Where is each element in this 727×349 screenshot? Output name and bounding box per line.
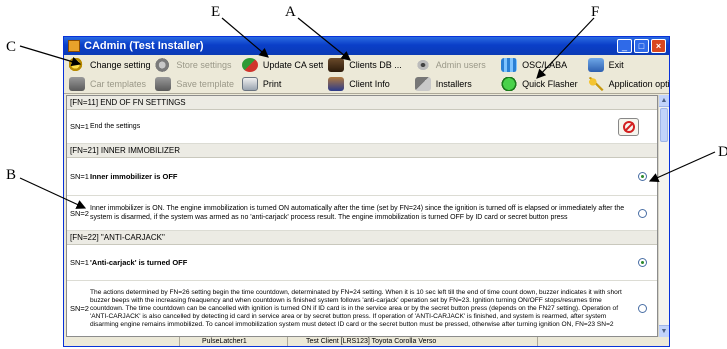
close-button[interactable]: × (651, 39, 666, 53)
setting-text: The actions determined by FN=26 setting … (90, 288, 622, 328)
app-icon (68, 40, 80, 52)
setting-row[interactable]: SN=2 The actions determined by FN=26 set… (67, 281, 657, 336)
callout-c: C (6, 39, 17, 55)
template-icon (155, 76, 172, 91)
osc-laba-button[interactable]: OSC/LABA (496, 55, 582, 74)
quick-flasher-button[interactable]: Quick Flasher (496, 74, 582, 93)
oscilloscope-icon (501, 57, 518, 72)
option-radio[interactable] (638, 304, 647, 313)
database-icon (328, 57, 345, 72)
scroll-thumb[interactable] (660, 108, 668, 142)
callout-f: F (591, 4, 600, 20)
option-radio-selected[interactable] (638, 172, 647, 181)
tool-label: Save template (176, 78, 234, 89)
tools-icon (414, 76, 431, 91)
update-ca-settings-button[interactable]: Update CA settings (237, 55, 323, 74)
application-options-button[interactable]: Application options (583, 74, 669, 93)
gears-icon (155, 57, 172, 72)
maximize-button[interactable]: □ (634, 39, 649, 53)
tool-label: Exit (608, 59, 624, 70)
section-header-fn21: [FN=21] INNER IMMOBILIZER (67, 144, 657, 158)
save-template-button[interactable]: Save template (150, 74, 236, 93)
minimize-button[interactable]: _ (617, 39, 632, 53)
clients-db-button[interactable]: Clients DB ... (323, 55, 409, 74)
status-cell-4 (538, 337, 669, 346)
setting-row[interactable]: SN=1 End the settings (67, 110, 657, 144)
section-header-fn22: [FN=22] "ANTI-CARJACK" (67, 231, 657, 245)
tool-label: Application options (608, 78, 669, 89)
setting-row[interactable]: SN=1 Inner immobilizer is OFF (67, 158, 657, 196)
scroll-up-button[interactable]: ▲ (659, 95, 669, 107)
tool-label: Change settings (90, 59, 151, 70)
client-info-icon (328, 76, 345, 91)
tool-label: Installers (435, 78, 472, 89)
car-templates-button[interactable]: Car templates (64, 74, 150, 93)
setting-row[interactable]: SN=2 Inner immobilizer is ON. The engine… (67, 196, 657, 231)
client-info-button[interactable]: Client Info (323, 74, 409, 93)
tool-label: OSC/LABA (522, 59, 568, 70)
section-header-fn11: [FN=11] END OF FN SETTINGS (67, 96, 657, 110)
car-icon (69, 76, 85, 91)
admin-users-button[interactable]: Admin users (410, 55, 496, 74)
stop-icon (622, 120, 635, 133)
end-settings-button[interactable] (618, 117, 639, 136)
installers-button[interactable]: Installers (410, 74, 496, 93)
setting-text: 'Anti-carjack' is turned OFF (90, 258, 188, 267)
sn-label: SN=2 (70, 208, 89, 218)
sn-label: SN=1 (70, 258, 89, 267)
app-window: CAdmin (Test Installer) _ □ × Change set… (63, 36, 670, 347)
flash-icon (501, 76, 518, 91)
tool-label: Print (262, 78, 282, 89)
setting-row[interactable]: SN=1 'Anti-carjack' is turned OFF (67, 245, 657, 281)
status-cell-3: Test Client [LRS123] Toyota Corolla Vers… (288, 337, 538, 346)
change-settings-button[interactable]: Change settings (64, 55, 150, 74)
sn-label: SN=1 (70, 172, 89, 181)
tool-label: Store settings (176, 59, 232, 70)
printer-icon (241, 76, 258, 91)
tool-label: Quick Flasher (522, 78, 578, 89)
tool-label: Update CA settings (262, 59, 324, 70)
option-radio[interactable] (638, 208, 647, 218)
option-radio-selected[interactable] (638, 258, 647, 267)
tool-label: Car templates (90, 78, 147, 89)
scroll-down-button[interactable]: ▼ (659, 325, 669, 337)
exit-icon (587, 57, 604, 72)
status-bar: PulseLatcher1 Test Client [LRS123] Toyot… (66, 337, 669, 346)
tool-label: Client Info (349, 78, 390, 89)
callout-d: D (718, 144, 727, 160)
setting-text: End the settings (90, 123, 141, 130)
tool-label: Admin users (435, 59, 486, 70)
title-bar: CAdmin (Test Installer) _ □ × (64, 37, 669, 55)
status-cell-1 (66, 337, 180, 346)
exit-button[interactable]: Exit (583, 55, 669, 74)
callout-b: B (6, 167, 17, 183)
sn-label: SN=2 (70, 304, 89, 313)
callout-a: A (285, 4, 296, 20)
window-title: CAdmin (Test Installer) (84, 40, 204, 52)
eye-icon (414, 57, 431, 72)
setting-text: Inner immobilizer is OFF (90, 172, 178, 181)
gear-icon (69, 57, 85, 72)
setting-text: Inner immobilizer is ON. The engine immo… (90, 205, 625, 221)
tool-label: Clients DB ... (349, 59, 402, 70)
settings-list: [FN=11] END OF FN SETTINGS SN=1 End the … (66, 95, 658, 337)
print-button[interactable]: Print (237, 74, 323, 93)
callout-e: E (211, 4, 221, 20)
key-icon (587, 76, 604, 91)
update-icon (241, 57, 258, 72)
toolbar: Change settings Store settings Update CA… (64, 55, 669, 94)
status-cell-2: PulseLatcher1 (180, 337, 288, 346)
vertical-scrollbar[interactable]: ▲ ▼ (658, 95, 669, 337)
store-settings-button[interactable]: Store settings (150, 55, 236, 74)
sn-label: SN=1 (70, 122, 89, 131)
